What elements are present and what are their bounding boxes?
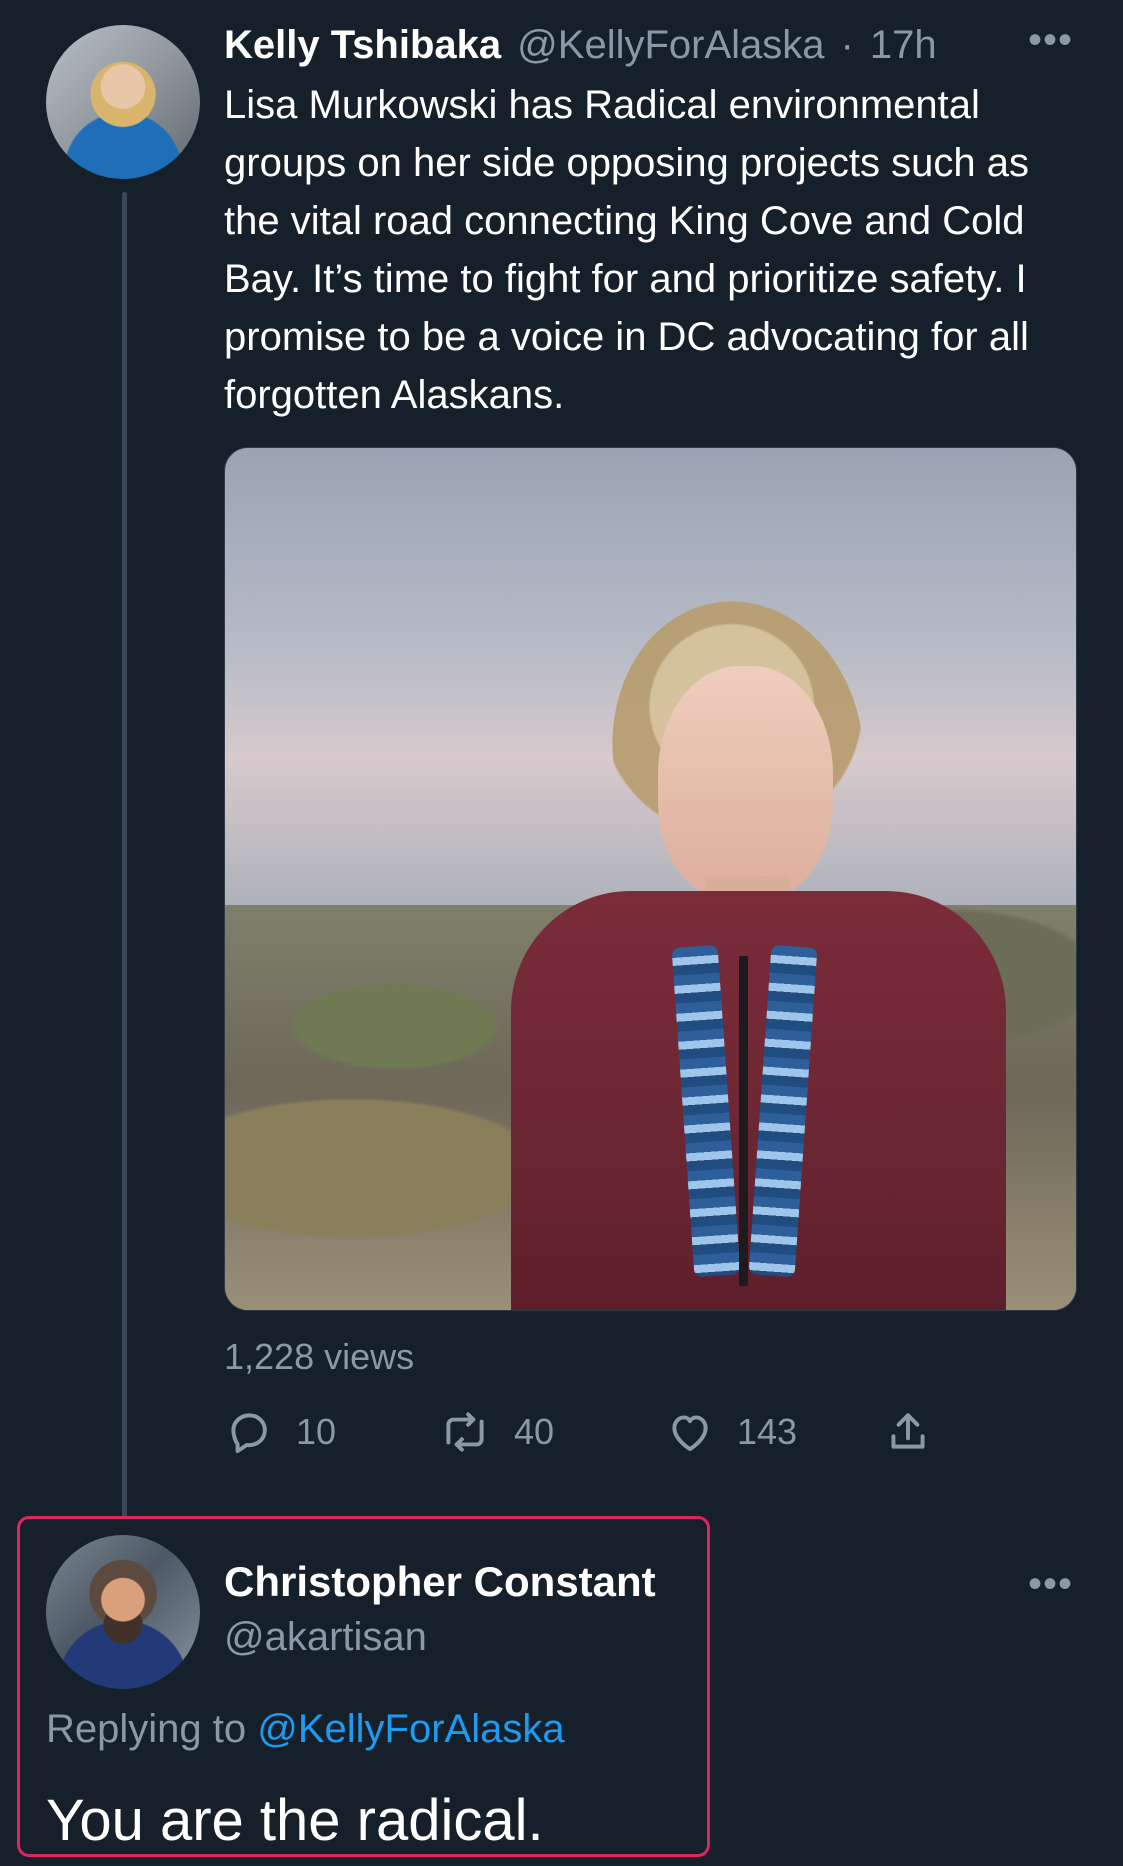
share-icon [883, 1407, 933, 1457]
reply-button[interactable]: 10 [224, 1407, 438, 1457]
header-separator: · [840, 22, 854, 67]
replying-to-handle-link[interactable]: @KellyForAlaska [257, 1707, 564, 1751]
tweet-actions: 10 40 143 [224, 1404, 1024, 1460]
tweet-text: Lisa Murkowski has Radical environmental… [224, 83, 1029, 417]
woman-figure [503, 536, 1008, 1310]
tweet-time[interactable]: 17h [870, 23, 937, 68]
jacket-zipper [739, 956, 748, 1286]
author-name[interactable]: Kelly Tshibaka [224, 23, 501, 68]
tweet-video-thumbnail[interactable] [224, 447, 1077, 1311]
replying-to-line: Replying to @KellyForAlaska [46, 1707, 565, 1752]
reply-author-name[interactable]: Christopher Constant [224, 1558, 656, 1606]
face-shape [658, 666, 833, 901]
reply-text: You are the radical. [46, 1788, 544, 1853]
more-options-button[interactable]: ••• [1028, 18, 1073, 63]
replying-to-label: Replying to [46, 1707, 247, 1751]
reply-more-options-button[interactable]: ••• [1028, 1562, 1073, 1607]
reply-icon [224, 1407, 274, 1457]
retweet-count: 40 [514, 1411, 555, 1452]
like-button[interactable]: 143 [665, 1407, 883, 1457]
video-views: 1,228 views [224, 1336, 415, 1377]
christopher-avatar[interactable] [46, 1535, 200, 1689]
thread-line [122, 192, 127, 1518]
like-count: 143 [737, 1411, 798, 1452]
reply-author-handle[interactable]: @akartisan [224, 1615, 427, 1660]
kelly-avatar[interactable] [46, 25, 200, 179]
retweet-button[interactable]: 40 [438, 1407, 665, 1457]
retweet-icon [438, 1407, 492, 1457]
share-button[interactable] [883, 1407, 943, 1457]
heart-icon [665, 1407, 715, 1457]
reply-count: 10 [296, 1411, 337, 1452]
tweet-header: Kelly Tshibaka @KellyForAlaska · 17h [224, 18, 937, 72]
author-handle[interactable]: @KellyForAlaska [517, 23, 824, 68]
